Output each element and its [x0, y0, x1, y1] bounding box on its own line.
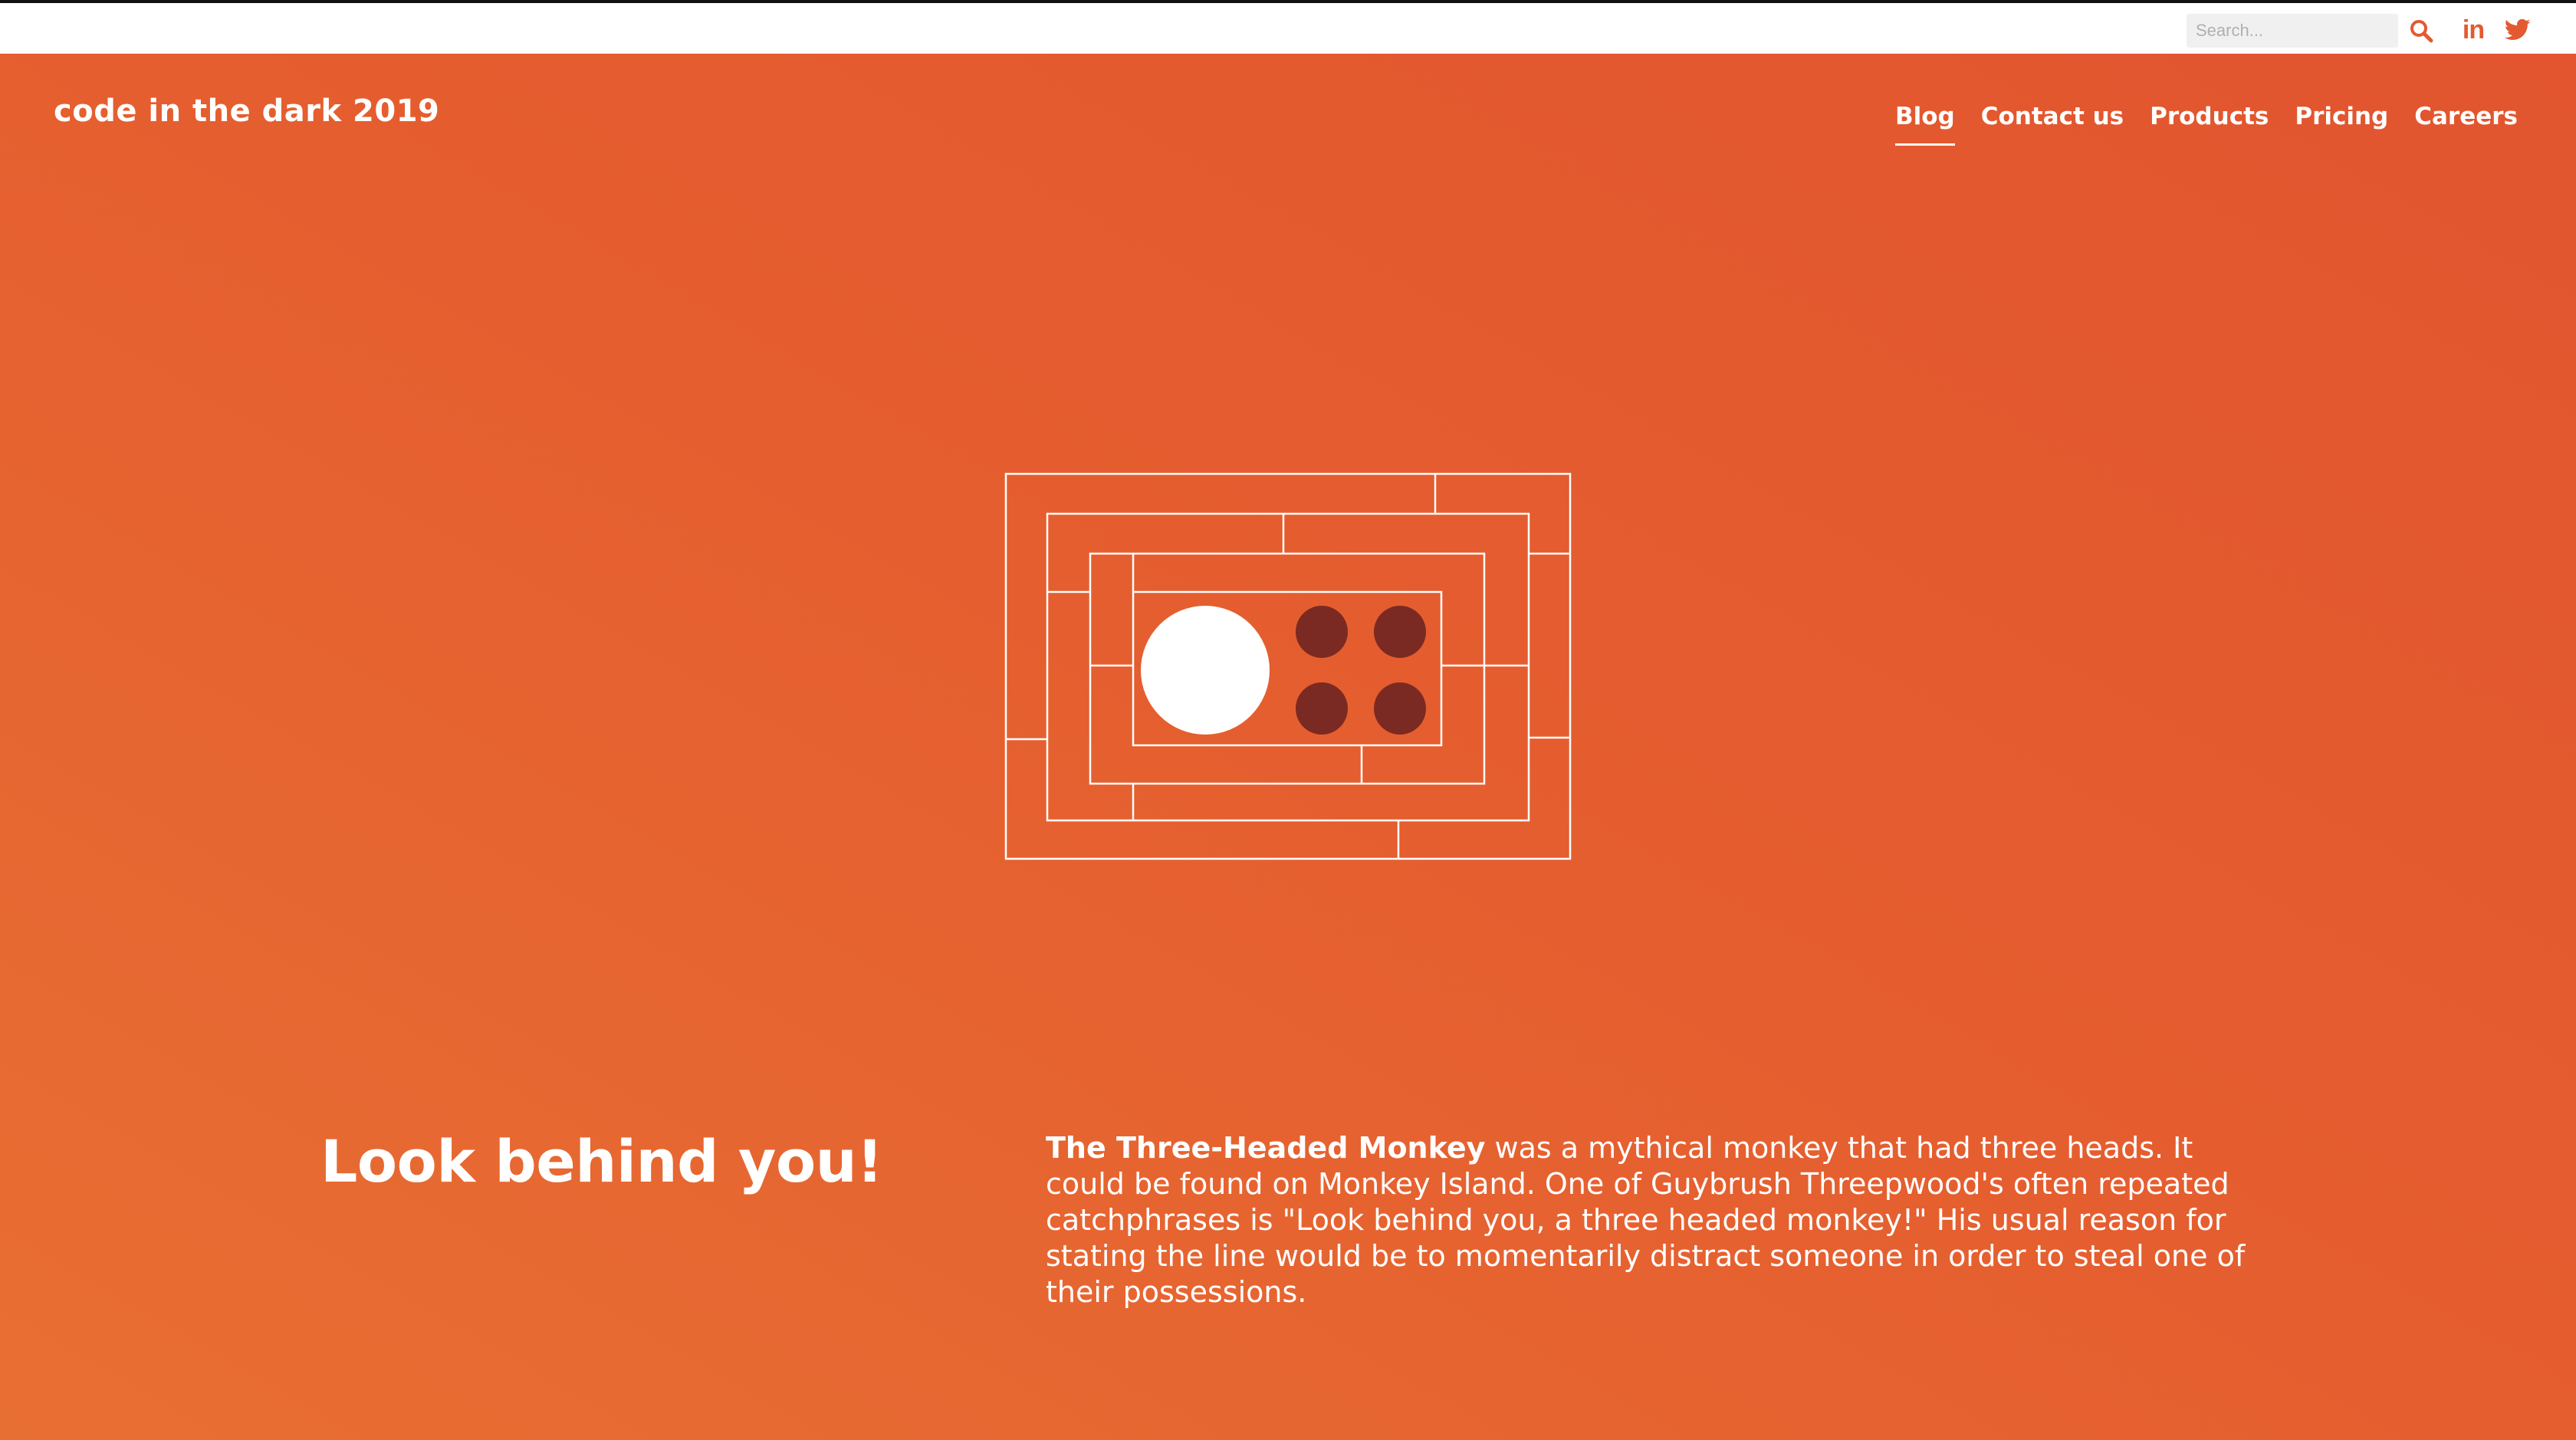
main-nav: Blog Contact us Products Pricing Careers [1895, 103, 2518, 146]
dark-dot [1296, 606, 1348, 658]
description-paragraph: The Three-Headed Monkey was a mythical m… [1046, 1130, 2257, 1310]
hero-section: code in the dark 2019 Blog Contact us Pr… [0, 54, 2576, 1440]
nav-item-contact-us[interactable]: Contact us [1981, 103, 2124, 141]
maze-illustration [1004, 472, 1572, 860]
dark-dot [1374, 606, 1426, 658]
linkedin-icon: in [2462, 15, 2485, 44]
linkedin-link[interactable]: in [2458, 15, 2489, 44]
search-input[interactable] [2187, 14, 2398, 48]
page-headline: Look behind you! [320, 1127, 883, 1195]
large-white-circle [1141, 606, 1270, 735]
top-utility-bar: in [0, 0, 2576, 54]
search-button[interactable] [2407, 17, 2435, 44]
description-bold: The Three-Headed Monkey [1046, 1131, 1486, 1165]
twitter-link[interactable] [2502, 15, 2533, 44]
nav-item-products[interactable]: Products [2150, 103, 2269, 141]
twitter-icon [2505, 18, 2531, 41]
site-brand[interactable]: code in the dark 2019 [54, 94, 439, 129]
nav-item-blog[interactable]: Blog [1895, 103, 1955, 146]
nav-item-careers[interactable]: Careers [2414, 103, 2518, 141]
search-icon [2410, 20, 2433, 43]
dark-dot [1296, 682, 1348, 735]
dark-dot [1374, 682, 1426, 735]
nav-item-pricing[interactable]: Pricing [2295, 103, 2388, 141]
